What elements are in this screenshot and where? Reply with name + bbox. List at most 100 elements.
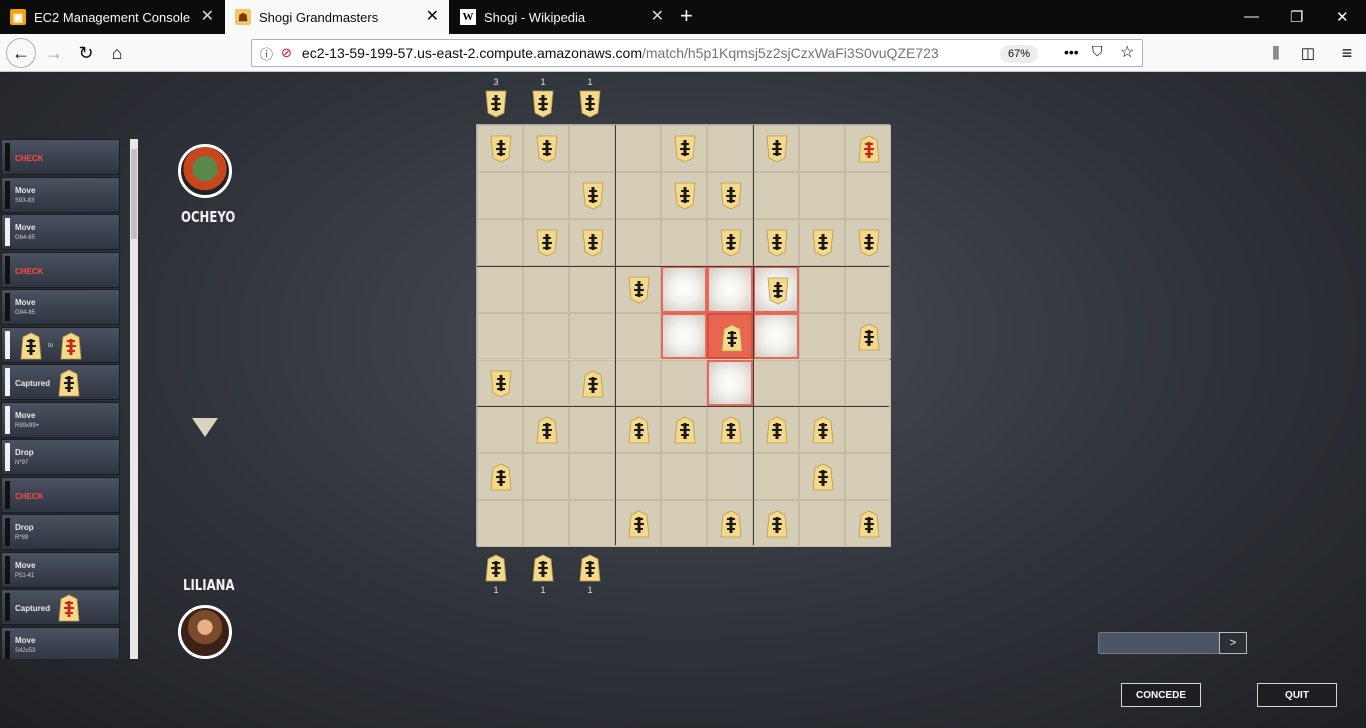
board-square[interactable] (615, 359, 661, 407)
board-square[interactable] (477, 406, 523, 454)
tab-wikipedia[interactable]: W Shogi - Wikipedia ✕ (450, 0, 674, 34)
opponent-piece[interactable] (812, 229, 834, 257)
board-square[interactable] (845, 453, 891, 501)
board-square[interactable] (569, 453, 615, 501)
board-square[interactable] (753, 453, 799, 501)
board-square[interactable] (707, 406, 753, 454)
shogi-board[interactable] (476, 124, 891, 548)
opponent-piece[interactable] (720, 229, 742, 257)
history-item[interactable]: CHECK (1, 139, 120, 175)
board-square[interactable] (753, 265, 799, 313)
chat-input[interactable] (1098, 632, 1220, 654)
history-item[interactable]: Captured (1, 364, 120, 400)
close-window-button[interactable]: ✕ (1336, 8, 1349, 26)
hand-piece[interactable] (532, 554, 554, 582)
board-square[interactable] (615, 125, 661, 172)
page-actions-icon[interactable]: ••• (1064, 44, 1079, 60)
board-square[interactable] (523, 125, 569, 172)
board-square[interactable] (569, 265, 615, 313)
player-piece[interactable] (674, 416, 696, 444)
player-piece[interactable] (536, 416, 558, 444)
board-square[interactable] (661, 171, 707, 219)
board-square[interactable] (615, 171, 661, 219)
board-square[interactable] (753, 359, 799, 407)
history-item[interactable]: Move G94-85 (1, 289, 120, 325)
board-square[interactable] (845, 265, 891, 313)
player-piece[interactable] (721, 324, 743, 352)
board-square[interactable] (523, 500, 569, 548)
bookmark-star-icon[interactable]: ☆ (1120, 42, 1134, 62)
board-square[interactable] (845, 500, 891, 548)
board-square[interactable] (615, 453, 661, 501)
restore-button[interactable]: ❐ (1290, 8, 1303, 26)
board-square[interactable] (845, 171, 891, 219)
board-square[interactable] (799, 218, 845, 266)
board-square[interactable] (661, 312, 707, 360)
board-square[interactable] (707, 171, 753, 219)
hand-piece[interactable] (485, 554, 507, 582)
board-square[interactable] (477, 125, 523, 172)
board-square[interactable] (477, 171, 523, 219)
opponent-piece[interactable] (767, 277, 789, 305)
board-square[interactable] (569, 171, 615, 219)
board-square[interactable] (477, 218, 523, 266)
player-piece[interactable] (858, 323, 880, 351)
info-icon[interactable]: ⓘ (260, 44, 273, 63)
board-square[interactable] (615, 312, 661, 360)
concede-button[interactable]: CONCEDE (1121, 683, 1201, 707)
player-piece[interactable] (720, 510, 742, 538)
board-square[interactable] (661, 265, 707, 313)
board-square[interactable] (661, 218, 707, 266)
board-square[interactable] (799, 500, 845, 548)
tab-ec2-console[interactable]: ▣ EC2 Management Console ✕ (0, 0, 224, 34)
board-square[interactable] (845, 359, 891, 407)
board-square[interactable] (569, 359, 615, 407)
board-square[interactable] (569, 125, 615, 172)
board-square[interactable] (477, 359, 523, 407)
player-piece[interactable] (858, 510, 880, 538)
board-square[interactable] (569, 406, 615, 454)
board-square[interactable] (845, 125, 891, 172)
board-square[interactable] (661, 453, 707, 501)
history-item[interactable]: Move S42x53 (1, 626, 120, 659)
close-icon[interactable]: ✕ (426, 9, 439, 25)
opponent-piece[interactable] (720, 182, 742, 210)
opponent-piece[interactable] (582, 229, 604, 257)
reload-button[interactable]: ↻ (72, 40, 100, 66)
board-square[interactable] (799, 453, 845, 501)
player-piece[interactable] (812, 463, 834, 491)
forward-button[interactable]: → (40, 40, 68, 66)
history-item[interactable]: to (1, 326, 120, 363)
board-square[interactable] (523, 406, 569, 454)
board-square[interactable] (799, 312, 845, 360)
move-history[interactable]: CHECK Move S93-83 Move G64-65 CHECK Move G94-85… (1, 139, 121, 659)
close-icon[interactable]: ✕ (651, 9, 664, 25)
opponent-piece[interactable] (674, 135, 696, 163)
history-item[interactable]: Move P51-41 (1, 551, 120, 588)
board-square[interactable] (707, 500, 753, 548)
chat-send-button[interactable]: > (1219, 632, 1247, 654)
board-square[interactable] (753, 312, 799, 360)
opponent-piece[interactable] (490, 135, 512, 163)
board-square[interactable] (523, 453, 569, 501)
promoted-piece[interactable] (858, 135, 880, 163)
quit-button[interactable]: QUIT (1257, 683, 1337, 707)
board-square[interactable] (799, 125, 845, 172)
board-square[interactable] (477, 453, 523, 501)
player-piece[interactable] (490, 463, 512, 491)
board-square[interactable] (661, 125, 707, 172)
board-square[interactable] (569, 218, 615, 266)
back-button[interactable]: ← (6, 38, 36, 68)
board-square[interactable] (523, 359, 569, 407)
minimize-button[interactable]: — (1244, 8, 1259, 25)
board-square[interactable] (845, 312, 891, 360)
history-item[interactable]: Move G64-65 (1, 214, 120, 250)
opponent-piece[interactable] (536, 135, 558, 163)
new-tab-button[interactable]: + (680, 4, 693, 28)
board-square[interactable] (707, 125, 753, 172)
board-square[interactable] (753, 406, 799, 454)
address-bar[interactable]: ⓘ ⊘ ec2-13-59-199-57.us-east-2.compute.a… (251, 39, 1143, 67)
board-square[interactable] (799, 265, 845, 313)
board-square[interactable] (799, 171, 845, 219)
insecure-lock-icon[interactable]: ⊘ (281, 45, 292, 61)
